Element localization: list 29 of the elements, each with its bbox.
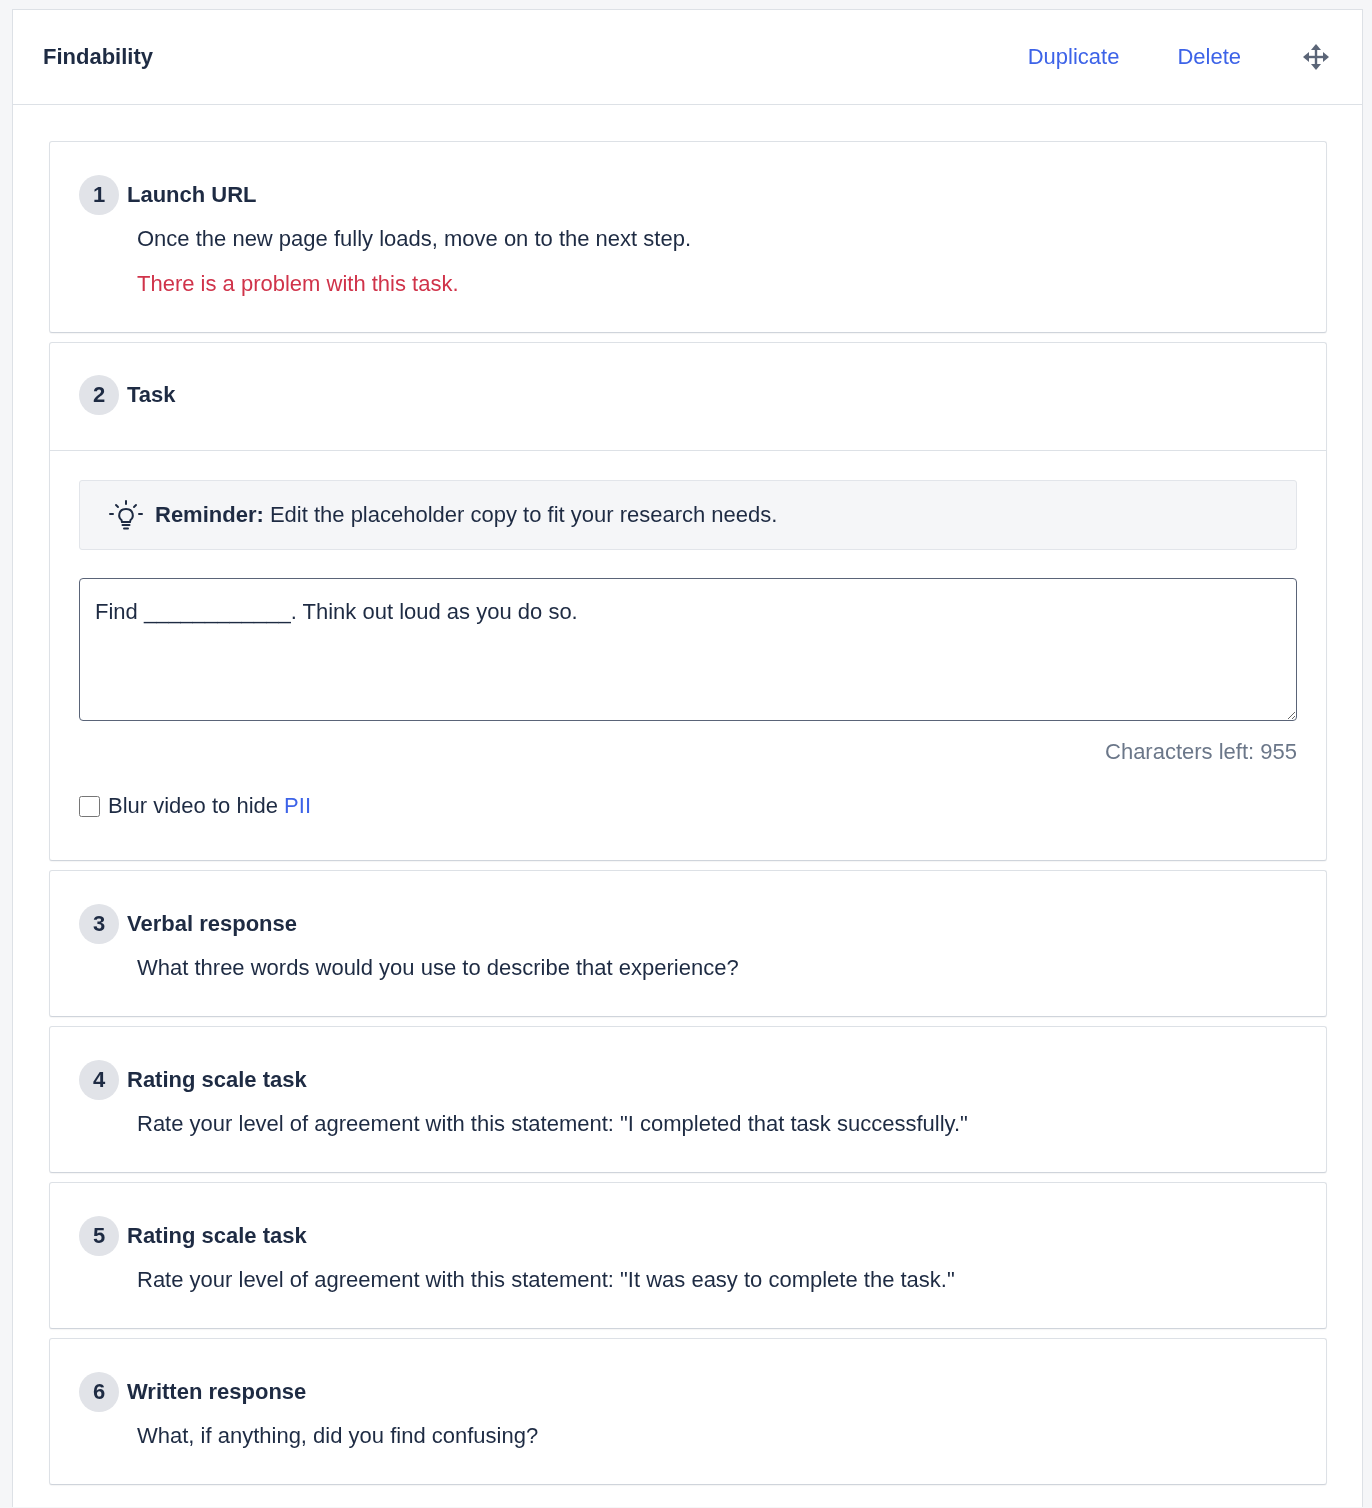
step-description: Rate your level of agreement with this statement: "It was easy to complete the task.": [137, 1266, 956, 1294]
reminder-text: Reminder: Edit the placeholder copy to fit your research needs.: [155, 502, 778, 528]
step-description: What, if anything, did you find confusing?: [137, 1422, 540, 1450]
character-counter: Characters left: 955: [1105, 738, 1297, 766]
step-title: Rating scale task: [127, 1223, 307, 1249]
step-description: What three words would you use to describe that experience?: [137, 954, 740, 982]
pii-link[interactable]: PII: [284, 793, 311, 818]
step-number: 6: [79, 1372, 119, 1412]
step-title: Verbal response: [127, 911, 297, 937]
step-description: Rate your level of agreement with this statement: "I completed that task successfully.": [137, 1110, 969, 1138]
move-icon[interactable]: [1303, 44, 1329, 70]
step-title: Written response: [127, 1379, 307, 1405]
step-number: 4: [79, 1060, 119, 1100]
error-message: There is a problem with this task.: [137, 270, 460, 298]
step-title: Task: [127, 382, 176, 408]
step-number: 5: [79, 1216, 119, 1256]
step-number: 3: [79, 904, 119, 944]
task-text-field[interactable]: Find ____________. Think out loud as you do so.: [79, 578, 1297, 721]
step-title: Launch URL: [127, 182, 257, 208]
step-number: 2: [79, 375, 119, 415]
step-number: 1: [79, 175, 119, 215]
checkbox-label: Blur video to hide PII: [108, 792, 311, 820]
action-link[interactable]: Delete: [1177, 44, 1241, 70]
action-link[interactable]: Duplicate: [1027, 44, 1120, 70]
step-title: Rating scale task: [127, 1067, 307, 1093]
lightbulb-icon: [109, 500, 143, 530]
step-description: Once the new page fully loads, move on to the next step.: [137, 225, 692, 253]
blur-checkbox[interactable]: [79, 795, 100, 817]
section-title: Findability: [43, 44, 153, 70]
